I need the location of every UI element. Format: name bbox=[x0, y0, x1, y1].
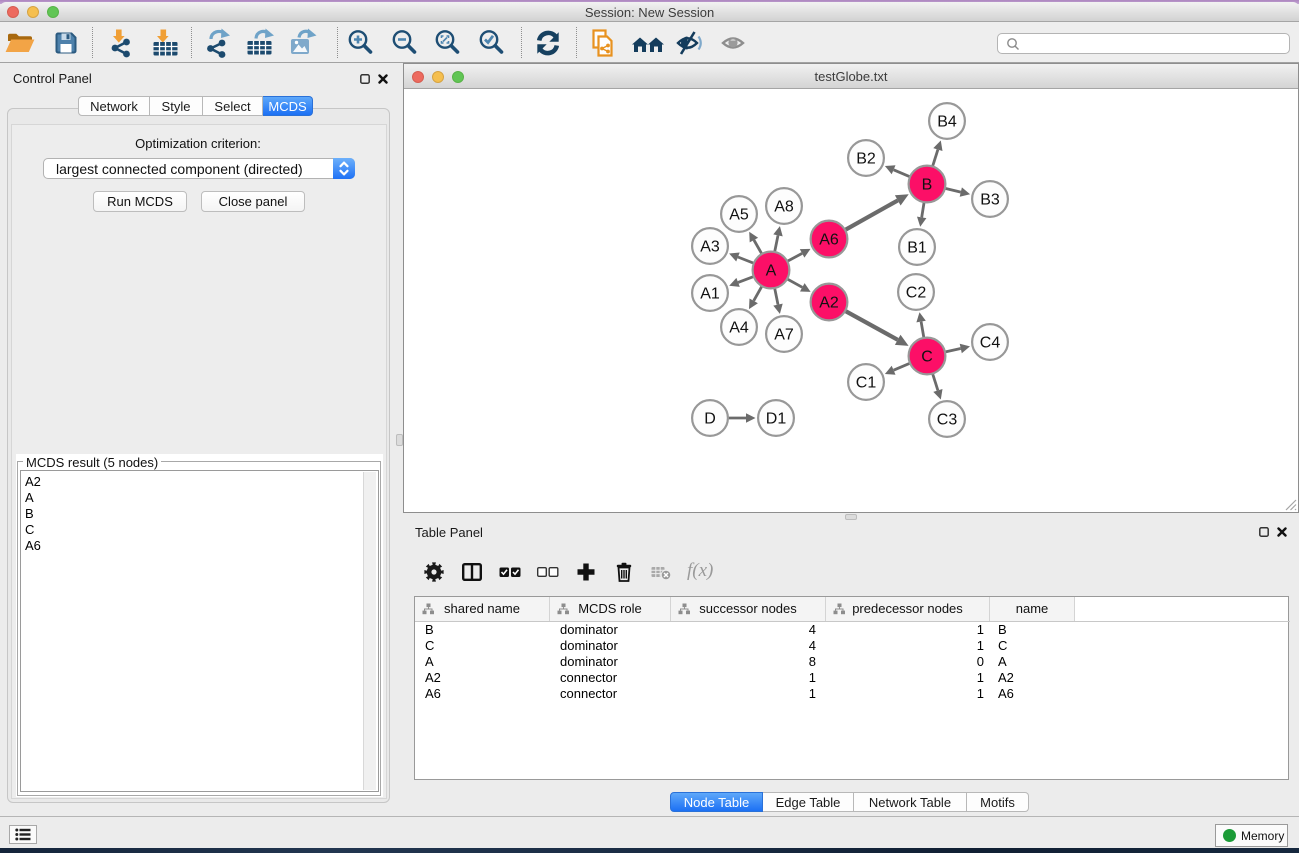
svg-text:C3: C3 bbox=[937, 412, 958, 429]
svg-text:D: D bbox=[704, 411, 716, 428]
svg-text:A3: A3 bbox=[700, 239, 720, 256]
svg-text:A2: A2 bbox=[819, 295, 839, 312]
svg-text:A6: A6 bbox=[819, 232, 839, 249]
svg-text:C1: C1 bbox=[856, 375, 877, 392]
svg-text:A5: A5 bbox=[729, 207, 749, 224]
svg-text:C: C bbox=[921, 349, 933, 366]
svg-text:A4: A4 bbox=[729, 320, 749, 337]
svg-text:A1: A1 bbox=[700, 286, 720, 303]
svg-text:B4: B4 bbox=[937, 114, 957, 131]
svg-text:C2: C2 bbox=[906, 285, 927, 302]
svg-text:A8: A8 bbox=[774, 199, 794, 216]
svg-text:B: B bbox=[922, 177, 933, 194]
svg-text:B3: B3 bbox=[980, 192, 1000, 209]
svg-text:A: A bbox=[766, 263, 777, 280]
svg-text:C4: C4 bbox=[980, 335, 1001, 352]
svg-text:D1: D1 bbox=[766, 411, 787, 428]
svg-text:B1: B1 bbox=[907, 240, 927, 257]
svg-text:B2: B2 bbox=[856, 151, 876, 168]
svg-text:A7: A7 bbox=[774, 327, 794, 344]
